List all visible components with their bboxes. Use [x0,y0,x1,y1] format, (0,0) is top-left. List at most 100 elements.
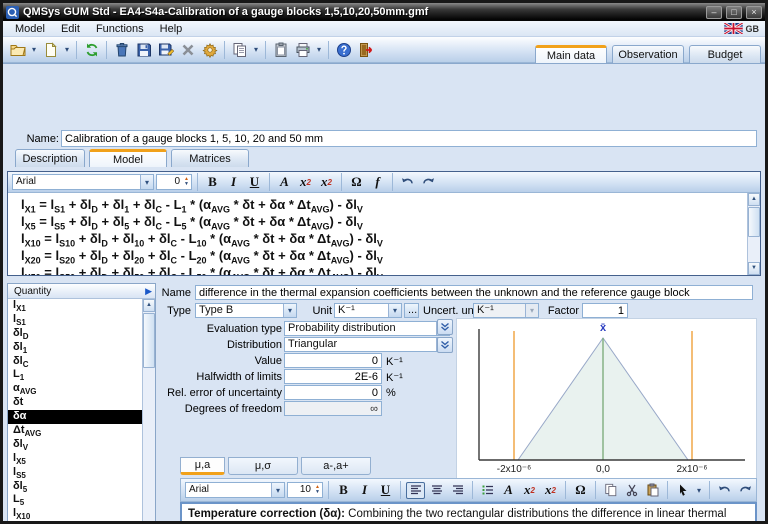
quantity-list-item[interactable]: L5 [8,493,142,507]
spin-down-icon[interactable]: ▼ [182,182,191,187]
formula-editor-area[interactable]: lX1 = lS1 + δlD + δl1 + δlC - L1 * (αAVG… [8,193,760,275]
detail-name-input[interactable] [195,285,753,300]
subscript-button[interactable]: x2 [541,482,560,499]
close-button[interactable]: × [746,6,762,19]
subtab-mu-sigma[interactable]: μ,σ [228,457,298,475]
menu-item[interactable]: Functions [88,22,152,36]
save-button[interactable] [133,39,154,60]
delete-button[interactable] [111,39,132,60]
subtab-a-minus-a-plus[interactable]: a-,a+ [301,457,371,475]
scroll-track[interactable] [748,206,760,262]
report-button[interactable] [270,39,291,60]
align-right-button[interactable] [448,482,467,499]
function-button[interactable]: f [368,174,387,191]
menu-item[interactable]: Model [7,22,53,36]
tab-description[interactable]: Description [15,149,85,167]
chevron-down-icon[interactable]: ▾ [283,304,296,317]
new-model-dropdown[interactable]: ▾ [62,39,72,60]
print-dropdown[interactable]: ▾ [314,39,324,60]
underline-button[interactable]: U [245,174,264,191]
underline-button[interactable]: U [376,482,395,499]
remove-button[interactable] [177,39,198,60]
paste-button[interactable] [643,482,662,499]
bold-button[interactable]: B [203,174,222,191]
tab-model[interactable]: Model [89,149,167,167]
align-left-button[interactable] [406,482,425,499]
tab-observation[interactable]: Observation [612,45,684,63]
italic-button[interactable]: I [224,174,243,191]
copy-button[interactable] [229,39,250,60]
tab-matrices[interactable]: Matrices [171,149,249,167]
bold-button[interactable]: B [334,482,353,499]
recalculate-button[interactable] [81,39,102,60]
font-color-button[interactable]: A [499,482,518,499]
note-editor-area[interactable]: Temperature correction (δα): Combining t… [180,502,757,524]
evaluation-type-combo[interactable]: Probability distribution▾ [284,321,450,336]
scroll-down-icon[interactable]: ▼ [748,262,760,275]
maximize-button[interactable]: □ [726,6,742,19]
formula-font-combo[interactable]: Arial▾ [12,174,154,190]
scroll-up-icon[interactable]: ▲ [748,193,760,206]
redo-button[interactable] [419,174,438,191]
tab-main-data[interactable]: Main data [535,45,607,63]
quantity-list-item[interactable]: ΔtAVG [8,424,142,438]
note-font-size-spinner[interactable]: 10▲▼ [287,482,323,498]
cut-button[interactable] [622,482,641,499]
halfwidth-input[interactable] [284,369,382,384]
quantity-list-item[interactable]: lX1 [8,299,142,313]
exit-button[interactable] [355,39,376,60]
spin-down-icon[interactable]: ▼ [313,490,322,495]
tab-budget[interactable]: Budget [689,45,761,63]
collapse-panel-button[interactable] [437,337,453,353]
copy-button[interactable] [601,482,620,499]
minimize-button[interactable]: – [706,6,722,19]
model-name-input[interactable] [61,130,757,147]
factor-input[interactable] [582,303,628,318]
copy-dropdown[interactable]: ▾ [251,39,261,60]
quantity-list-item[interactable]: lS5 [8,466,142,480]
unit-combo[interactable]: K⁻¹▾ [334,303,402,318]
settings-button[interactable] [199,39,220,60]
formula-scrollbar[interactable]: ▲ ▼ [747,193,760,275]
subscript-button[interactable]: x2 [317,174,336,191]
quantity-list-item[interactable]: δlV [8,438,142,452]
note-font-combo[interactable]: Arial▾ [185,482,285,498]
pointer-dropdown[interactable]: ▾ [694,480,704,501]
menu-item[interactable]: Help [152,22,191,36]
undo-button[interactable] [398,174,417,191]
language-label[interactable]: GB [746,24,760,34]
gb-flag-icon[interactable] [724,23,743,34]
quantity-list-item[interactable]: δl5 [8,480,142,494]
rel-error-input[interactable] [284,385,382,400]
formula-font-size-spinner[interactable]: 0▲▼ [156,174,192,190]
superscript-button[interactable]: x2 [296,174,315,191]
open-model-button[interactable] [7,39,28,60]
symbol-button[interactable]: Ω [571,482,590,499]
superscript-button[interactable]: x2 [520,482,539,499]
help-button[interactable] [333,39,354,60]
font-color-button[interactable]: A [275,174,294,191]
chevron-down-icon[interactable]: ▾ [388,304,401,317]
scroll-thumb[interactable] [748,207,760,237]
align-center-button[interactable] [427,482,446,499]
distribution-combo[interactable]: Triangular▾ [284,337,450,352]
undo-button[interactable] [715,482,734,499]
unit-more-button[interactable]: ... [404,303,419,318]
subtab-mu-a[interactable]: μ,a [180,457,225,475]
new-model-button[interactable] [40,39,61,60]
chevron-down-icon[interactable]: ▾ [140,175,153,189]
quantity-list-item[interactable]: lX5 [8,452,142,466]
bullet-list-button[interactable] [478,482,497,499]
redo-button[interactable] [736,482,755,499]
print-button[interactable] [292,39,313,60]
menu-item[interactable]: Edit [53,22,88,36]
collapse-panel-button[interactable] [437,319,453,335]
quantity-list-item[interactable]: lX10 [8,507,142,521]
value-input[interactable] [284,353,382,368]
italic-button[interactable]: I [355,482,374,499]
symbol-button[interactable]: Ω [347,174,366,191]
save-as-button[interactable] [155,39,176,60]
chevron-down-icon[interactable]: ▾ [271,483,284,497]
open-model-dropdown[interactable]: ▾ [29,39,39,60]
type-combo[interactable]: Type B▾ [195,303,297,318]
